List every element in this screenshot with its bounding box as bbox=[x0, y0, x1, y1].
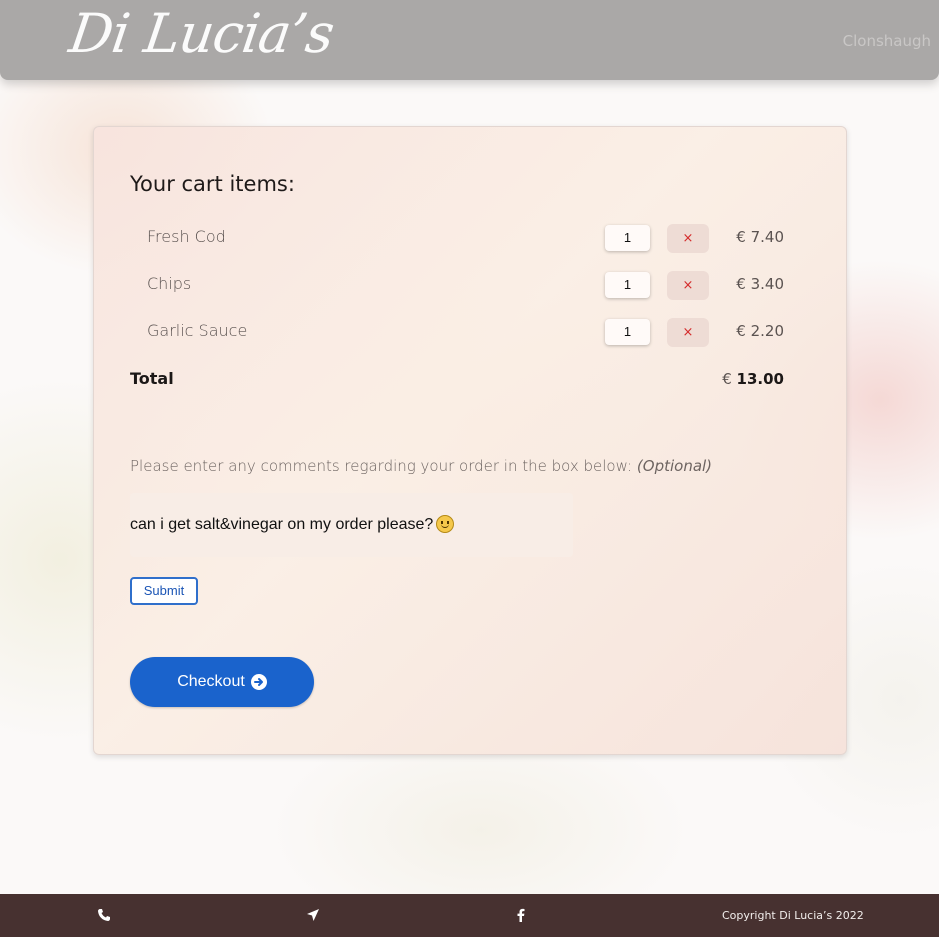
remove-item-button[interactable]: × bbox=[667, 318, 709, 347]
cart-title: Your cart items: bbox=[130, 172, 295, 196]
site-header: Di Lucia’s Clonshaugh bbox=[0, 0, 939, 80]
facebook-icon[interactable] bbox=[515, 908, 531, 924]
remove-item-button[interactable]: × bbox=[667, 271, 709, 300]
quantity-input[interactable]: 1 bbox=[605, 225, 650, 251]
copyright-text: Copyright Di Lucia’s 2022 bbox=[722, 909, 864, 922]
remove-item-button[interactable]: × bbox=[667, 224, 709, 253]
submit-button[interactable]: Submit bbox=[130, 577, 198, 605]
close-icon: × bbox=[682, 231, 694, 246]
logo[interactable]: Di Lucia’s bbox=[66, 2, 338, 65]
total-label: Total bbox=[130, 369, 174, 388]
currency-symbol: € bbox=[722, 370, 732, 388]
checkout-button[interactable]: Checkout bbox=[130, 657, 314, 707]
optional-note: (Optional) bbox=[636, 457, 713, 475]
item-name: Chips bbox=[147, 274, 192, 293]
site-footer: Copyright Di Lucia’s 2022 bbox=[0, 894, 939, 937]
checkout-label: Checkout bbox=[177, 673, 245, 690]
item-price: € 7.40 bbox=[736, 228, 784, 246]
quantity-input[interactable]: 1 bbox=[605, 272, 650, 298]
location-arrow-icon[interactable] bbox=[306, 908, 322, 924]
item-name: Fresh Cod bbox=[147, 227, 226, 246]
close-icon: × bbox=[682, 325, 694, 340]
cart-item-row: Garlic Sauce 1 × € 2.20 bbox=[94, 312, 846, 352]
item-price: € 3.40 bbox=[736, 275, 784, 293]
quantity-input[interactable]: 1 bbox=[605, 319, 650, 345]
cart-card: Your cart items: Fresh Cod 1 × € 7.40 Ch… bbox=[93, 126, 847, 755]
item-name: Garlic Sauce bbox=[147, 321, 248, 340]
item-price: € 2.20 bbox=[736, 322, 784, 340]
close-icon: × bbox=[682, 278, 694, 293]
total-amount: 13.00 bbox=[736, 370, 784, 388]
cart-item-row: Chips 1 × € 3.40 bbox=[94, 265, 846, 305]
cart-item-row: Fresh Cod 1 × € 7.40 bbox=[94, 218, 846, 258]
comments-label-text: Please enter any comments regarding your… bbox=[130, 457, 633, 475]
smiley-icon bbox=[436, 515, 455, 533]
arrow-circle-right-icon bbox=[250, 674, 267, 690]
comments-label: Please enter any comments regarding your… bbox=[130, 457, 712, 475]
total-value: € 13.00 bbox=[722, 370, 784, 388]
comment-text: can i get salt&vinegar on my order pleas… bbox=[130, 516, 434, 533]
phone-icon[interactable] bbox=[97, 908, 113, 924]
location-link[interactable]: Clonshaugh bbox=[843, 32, 931, 50]
comment-textarea[interactable]: can i get salt&vinegar on my order pleas… bbox=[130, 493, 573, 557]
